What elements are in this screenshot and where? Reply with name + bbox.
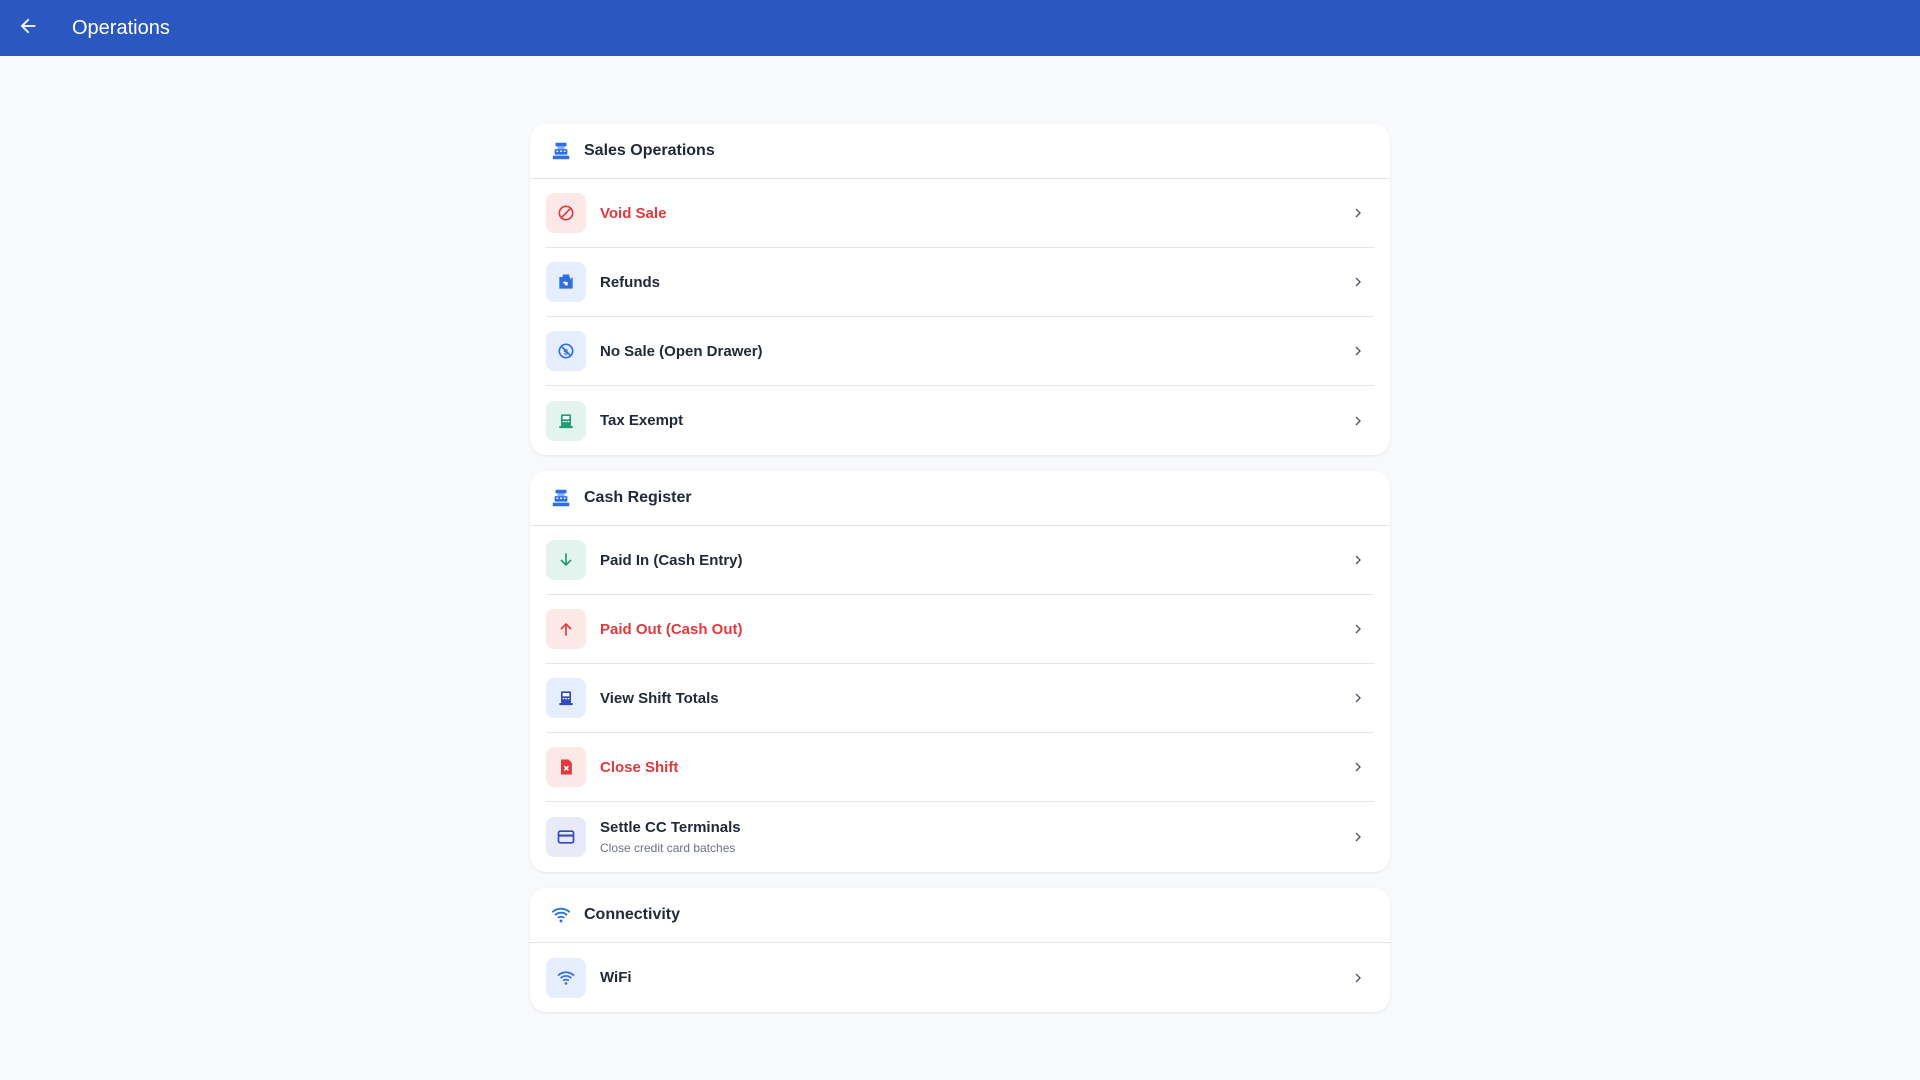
chevron-right-icon	[1346, 825, 1370, 849]
chevron-right-icon	[1346, 339, 1370, 363]
chevron-right-icon	[1346, 617, 1370, 641]
page-title: Operations	[72, 16, 170, 39]
settle-cc-terminals-item[interactable]: Settle CC Terminals Close credit card ba…	[546, 802, 1374, 872]
cash-register-icon	[550, 140, 572, 162]
wifi-icon	[546, 957, 586, 998]
chevron-right-icon	[1346, 755, 1370, 779]
section-title: Cash Register	[584, 489, 692, 506]
item-label: View Shift Totals	[600, 689, 719, 707]
item-label: Void Sale	[600, 204, 667, 222]
view-shift-totals-item[interactable]: View Shift Totals	[546, 664, 1374, 733]
arrow-left-icon	[17, 15, 39, 42]
chevron-right-icon	[1346, 409, 1370, 433]
cash-register-icon	[550, 487, 572, 509]
back-button[interactable]	[0, 0, 56, 56]
section-title: Connectivity	[584, 906, 681, 923]
item-label: Paid In (Cash Entry)	[600, 551, 743, 569]
close-shift-item[interactable]: Close Shift	[546, 733, 1374, 802]
chevron-right-icon	[1346, 686, 1370, 710]
section-connectivity: Connectivity WiFi	[530, 888, 1390, 1012]
chevron-right-icon	[1346, 966, 1370, 990]
chevron-right-icon	[1346, 548, 1370, 572]
receipt-icon	[546, 400, 586, 441]
item-label: Paid Out (Cash Out)	[600, 620, 743, 638]
item-label: Settle CC Terminals	[600, 819, 741, 836]
tax-exempt-item[interactable]: Tax Exempt	[546, 386, 1374, 455]
credit-card-icon	[546, 817, 586, 857]
no-sale-item[interactable]: $ No Sale (Open Drawer)	[546, 317, 1374, 386]
operations-list: Sales Operations Void Sale Refunds $ No …	[530, 124, 1390, 1028]
section-header: Cash Register	[530, 471, 1390, 526]
section-sales-operations: Sales Operations Void Sale Refunds $ No …	[530, 124, 1390, 455]
no-money-icon: $	[546, 331, 586, 371]
section-header: Sales Operations	[530, 124, 1390, 179]
item-label: Close Shift	[600, 758, 679, 776]
wifi-icon	[550, 904, 572, 926]
item-label: WiFi	[600, 969, 632, 986]
chevron-right-icon	[1346, 270, 1370, 294]
void-sale-item[interactable]: Void Sale	[546, 179, 1374, 248]
section-cash-register: Cash Register Paid In (Cash Entry) Paid …	[530, 471, 1390, 872]
paid-out-item[interactable]: Paid Out (Cash Out)	[546, 595, 1374, 664]
cancel-icon	[546, 193, 586, 233]
app-bar: Operations	[0, 0, 1920, 56]
section-header: Connectivity	[530, 888, 1390, 943]
wifi-item[interactable]: WiFi	[546, 943, 1374, 1012]
close-document-icon	[546, 747, 586, 787]
item-label: Refunds	[600, 273, 660, 291]
item-label: No Sale (Open Drawer)	[600, 342, 763, 360]
section-title: Sales Operations	[584, 142, 715, 159]
item-sublabel: Close credit card batches	[600, 841, 736, 855]
paid-in-item[interactable]: Paid In (Cash Entry)	[546, 526, 1374, 595]
arrow-up-icon	[546, 609, 586, 649]
chevron-right-icon	[1346, 201, 1370, 225]
refunds-item[interactable]: Refunds	[546, 248, 1374, 317]
item-label: Tax Exempt	[600, 412, 684, 429]
arrow-down-icon	[546, 540, 586, 580]
return-icon	[546, 262, 586, 302]
receipt-icon	[546, 678, 586, 718]
